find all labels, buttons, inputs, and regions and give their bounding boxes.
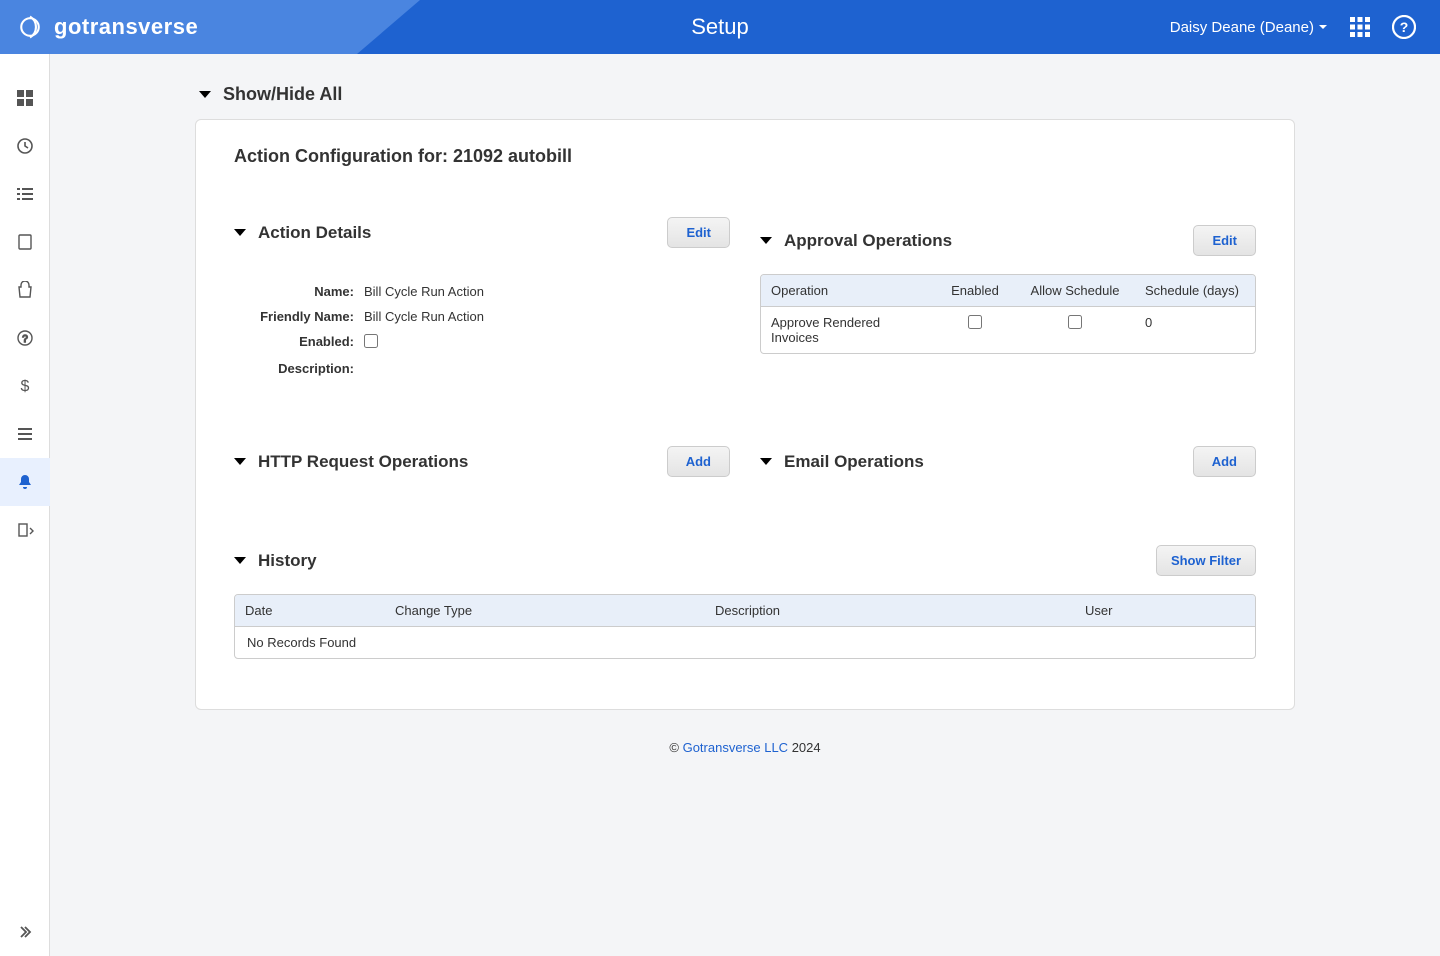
card-title: Action Configuration for: 21092 autobill bbox=[234, 146, 1256, 167]
value-enabled-checkbox bbox=[364, 334, 378, 348]
caret-down-icon bbox=[234, 229, 246, 236]
caret-down-icon bbox=[199, 91, 211, 98]
sidebar-item-help[interactable]: ? bbox=[0, 314, 50, 362]
th-allow-schedule: Allow Schedule bbox=[1015, 275, 1135, 306]
sidebar-item-billing[interactable]: $ bbox=[0, 362, 50, 410]
brand-text: gotransverse bbox=[54, 14, 198, 40]
th-change-type: Change Type bbox=[385, 595, 705, 626]
th-date: Date bbox=[235, 595, 385, 626]
value-friendly-name: Bill Cycle Run Action bbox=[364, 309, 484, 324]
app-header: gotransverse Setup Daisy Deane (Deane) ? bbox=[0, 0, 1440, 54]
user-label: Daisy Deane (Deane) bbox=[1170, 19, 1314, 36]
sidebar-expand[interactable] bbox=[0, 908, 49, 956]
sidebar-nav: ? $ bbox=[0, 54, 50, 956]
approval-ops-toggle[interactable]: Approval Operations bbox=[760, 231, 952, 251]
sidebar-item-notifications[interactable] bbox=[0, 458, 50, 506]
sidebar-item-import[interactable] bbox=[0, 506, 50, 554]
th-schedule-days: Schedule (days) bbox=[1135, 275, 1255, 306]
label-name: Name: bbox=[234, 284, 364, 299]
http-ops-title: HTTP Request Operations bbox=[258, 452, 468, 472]
th-description: Description bbox=[705, 595, 1075, 626]
page-title: Setup bbox=[691, 14, 749, 40]
caret-down-icon bbox=[234, 458, 246, 465]
caret-down-icon bbox=[760, 458, 772, 465]
th-user: User bbox=[1075, 595, 1255, 626]
brand-logo[interactable]: gotransverse bbox=[16, 13, 198, 41]
email-ops-toggle[interactable]: Email Operations bbox=[760, 452, 924, 472]
cell-operation: Approve Rendered Invoices bbox=[761, 307, 935, 353]
svg-text:?: ? bbox=[1400, 19, 1409, 35]
approval-operations-table: Operation Enabled Allow Schedule Schedul… bbox=[760, 274, 1256, 354]
apps-grid-icon[interactable] bbox=[1348, 15, 1372, 39]
label-enabled: Enabled: bbox=[234, 334, 364, 349]
sidebar-item-list[interactable] bbox=[0, 170, 50, 218]
value-name: Bill Cycle Run Action bbox=[364, 284, 484, 299]
sidebar-item-bag[interactable] bbox=[0, 266, 50, 314]
add-email-op-button[interactable]: Add bbox=[1193, 446, 1256, 477]
sidebar-item-menu[interactable] bbox=[0, 410, 50, 458]
cell-enabled-checkbox bbox=[968, 315, 982, 329]
edit-action-details-button[interactable]: Edit bbox=[667, 217, 730, 248]
edit-approval-button[interactable]: Edit bbox=[1193, 225, 1256, 256]
history-toggle[interactable]: History bbox=[234, 551, 317, 571]
config-card: Action Configuration for: 21092 autobill… bbox=[195, 119, 1295, 710]
footer-copy: © bbox=[669, 740, 679, 755]
sidebar-item-dashboard[interactable] bbox=[0, 74, 50, 122]
svg-text:$: $ bbox=[21, 378, 30, 395]
chevron-down-icon bbox=[1318, 19, 1328, 36]
history-empty: No Records Found bbox=[235, 627, 1255, 658]
cell-allow-checkbox bbox=[1068, 315, 1082, 329]
footer-link[interactable]: Gotransverse LLC bbox=[683, 740, 789, 755]
svg-text:?: ? bbox=[22, 334, 28, 345]
caret-down-icon bbox=[234, 557, 246, 564]
footer: © Gotransverse LLC 2024 bbox=[195, 740, 1295, 755]
help-icon[interactable]: ? bbox=[1392, 15, 1416, 39]
email-ops-title: Email Operations bbox=[784, 452, 924, 472]
sidebar-item-note[interactable] bbox=[0, 218, 50, 266]
caret-down-icon bbox=[760, 237, 772, 244]
label-friendly-name: Friendly Name: bbox=[234, 309, 364, 324]
logo-icon bbox=[16, 13, 44, 41]
show-hide-all-toggle[interactable]: Show/Hide All bbox=[195, 74, 1295, 119]
th-operation: Operation bbox=[761, 275, 935, 306]
footer-year: 2024 bbox=[792, 740, 821, 755]
history-table: Date Change Type Description User No Rec… bbox=[234, 594, 1256, 659]
sidebar-item-clock[interactable] bbox=[0, 122, 50, 170]
th-enabled: Enabled bbox=[935, 275, 1015, 306]
show-hide-label: Show/Hide All bbox=[223, 84, 342, 105]
approval-ops-title: Approval Operations bbox=[784, 231, 952, 251]
table-row: Approve Rendered Invoices 0 bbox=[761, 307, 1255, 353]
show-filter-button[interactable]: Show Filter bbox=[1156, 545, 1256, 576]
action-details-title: Action Details bbox=[258, 223, 371, 243]
action-details-toggle[interactable]: Action Details bbox=[234, 223, 371, 243]
label-description: Description: bbox=[234, 361, 364, 376]
add-http-op-button[interactable]: Add bbox=[667, 446, 730, 477]
http-ops-toggle[interactable]: HTTP Request Operations bbox=[234, 452, 468, 472]
history-title: History bbox=[258, 551, 317, 571]
cell-schedule: 0 bbox=[1135, 307, 1255, 353]
user-menu[interactable]: Daisy Deane (Deane) bbox=[1170, 19, 1328, 36]
